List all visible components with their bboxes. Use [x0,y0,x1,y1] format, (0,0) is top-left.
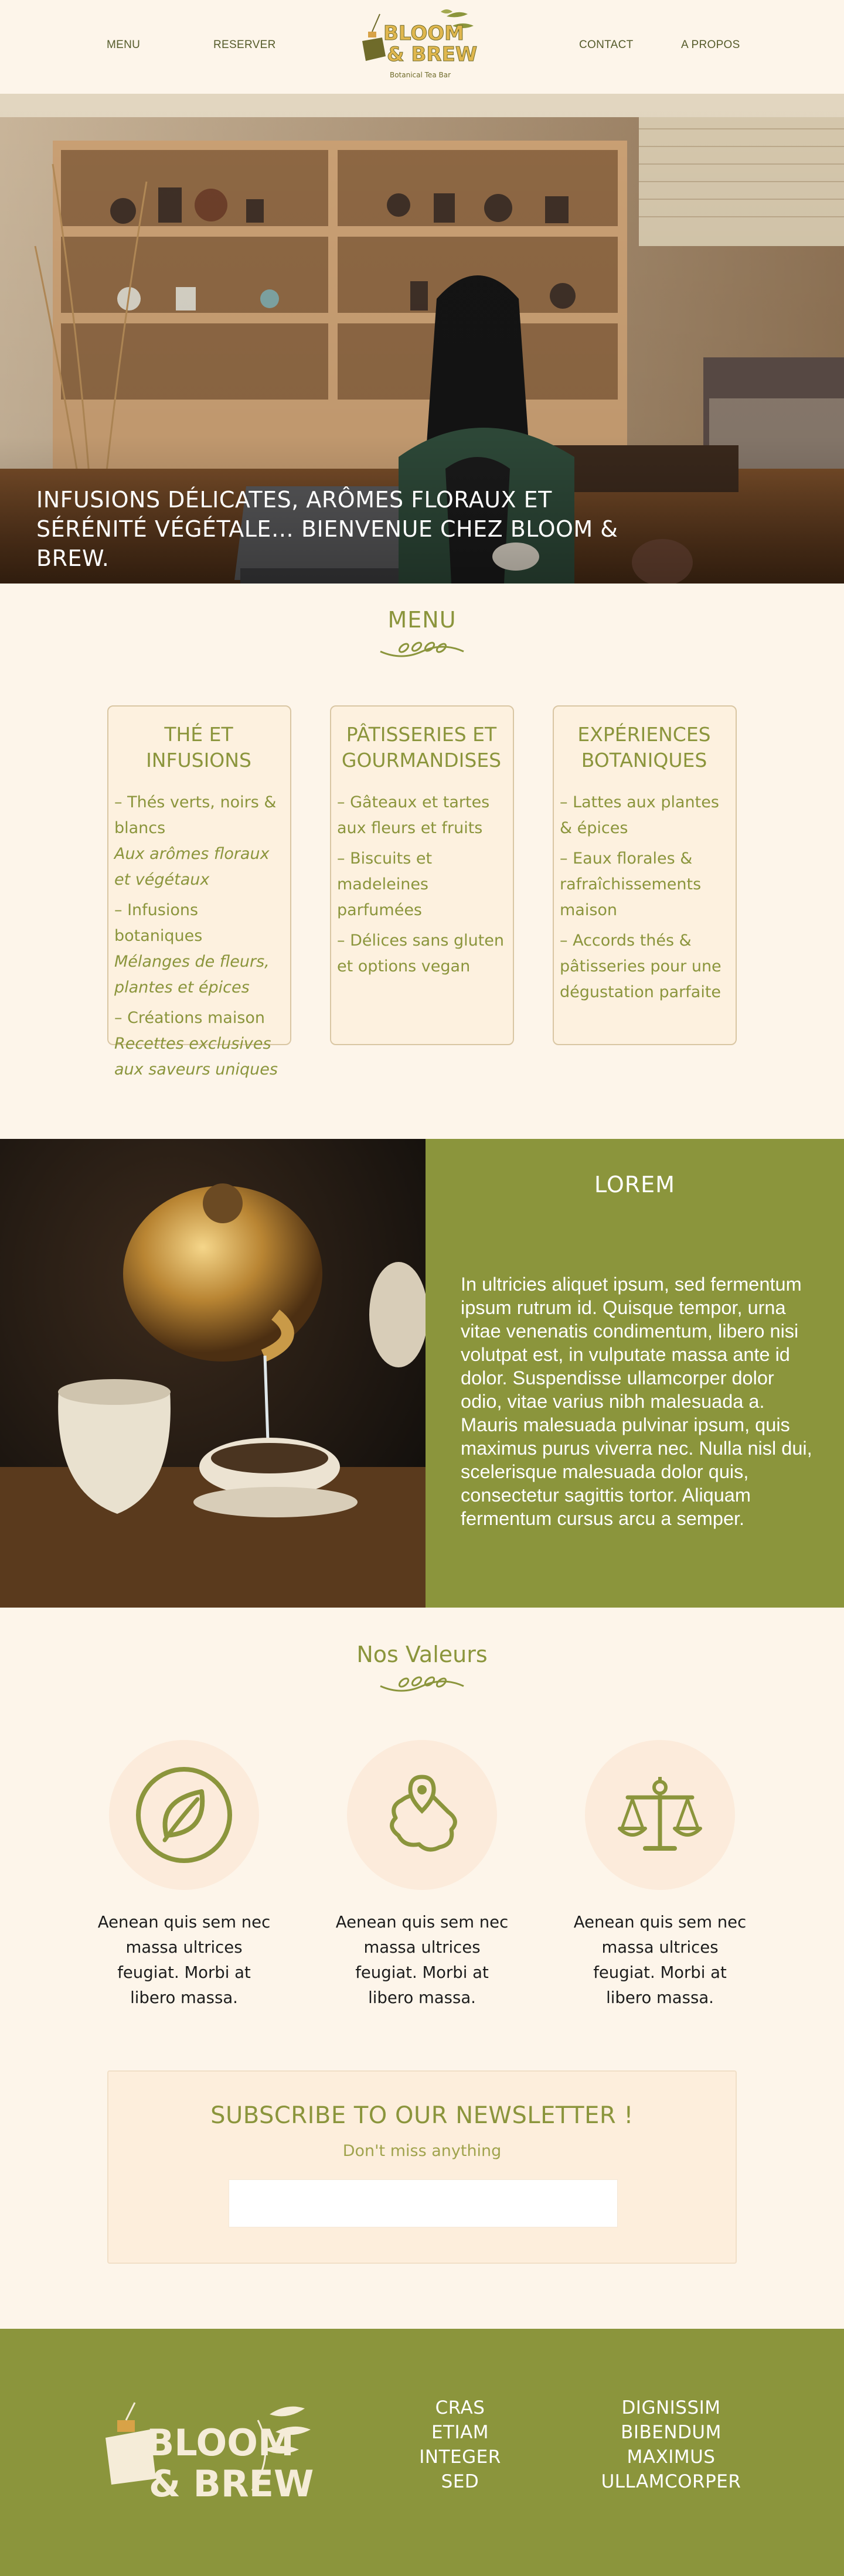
footer-link[interactable]: ETIAM [410,2420,510,2445]
menu-item: – Délices sans gluten et options vegan [337,932,505,975]
value-card: Aenean quis sem nec massa ultrices feugi… [334,1740,510,2011]
lorem-section: LOREM In ultricies aliquet ipsum, sed fe… [0,1139,844,1608]
bloom-brew-footer-logo[interactable]: BLOOM & BREW [100,2397,322,2514]
logo-wordmark-line2: & BREW [387,43,477,66]
leaf-icon [136,1767,232,1863]
menu-card-experiences: EXPÉRIENCES BOTANIQUES – Lattes aux plan… [553,705,737,1045]
footer-link[interactable]: ULLAMCORPER [592,2469,750,2494]
scales-icon [618,1777,702,1851]
lorem-title: LOREM [594,1172,675,1197]
footer-links-col1: CRAS ETIAM INTEGER SED [410,2396,510,2494]
logo-wordmark-line1: BLOOM [383,22,464,45]
menu-card-the-infusions: THÉ ET INFUSIONS – Thés verts, noirs & b… [107,705,291,1079]
values-title: Nos Valeurs [356,1642,488,1667]
values-heading-block: Nos Valeurs [0,1642,844,1695]
nav-contact-link[interactable]: CONTACT [579,39,634,52]
nav-menu-link[interactable]: MENU [107,39,140,52]
footer-logo-line2: & BREW [149,2462,314,2505]
menu-item: – Thés verts, noirs & blancs Aux arômes … [114,793,277,889]
menu-item: – Créations maison Recettes exclusives a… [114,1009,278,1079]
newsletter-email-input[interactable] [229,2179,618,2227]
leaf-flourish-icon [380,1676,464,1692]
footer-link[interactable]: DIGNISSIM [592,2396,750,2420]
footer-link[interactable]: BIBENDUM [592,2420,750,2445]
value-card: Aenean quis sem nec massa ultrices feugi… [96,1740,272,2011]
values-section: Nos Valeurs Aenean quis sem nec massa ul… [0,1608,844,2264]
footer-logo-line1: BLOOM [147,2421,294,2464]
teapot-photo [0,1139,426,1608]
newsletter-title: SUBSCRIBE TO OUR NEWSLETTER ! [210,2102,634,2129]
footer-link[interactable]: CRAS [410,2396,510,2420]
newsletter-box: SUBSCRIBE TO OUR NEWSLETTER ! Don't miss… [107,2070,737,2264]
value-card: Aenean quis sem nec massa ultrices feugi… [572,1740,748,2011]
menu-card-title: THÉ ET INFUSIONS [146,723,251,772]
site-footer: BLOOM & BREW CRAS ETIAM INTEGER SED DIGN… [0,2329,844,2576]
menu-item: – Eaux florales & rafraîchissements mais… [560,849,702,919]
footer-links-col2: DIGNISSIM BIBENDUM MAXIMUS ULLAMCORPER [592,2396,750,2494]
newsletter-subtitle: Don't miss anything [342,2142,502,2160]
hero-caption: INFUSIONS DÉLICATES, ARÔMES FLORAUX ET S… [36,487,618,571]
lorem-paragraph: In ultricies aliquet ipsum, sed fermentu… [461,1274,812,1529]
menu-item: – Lattes aux plantes & épices [560,793,719,837]
menu-item: – Biscuits et madeleines parfumées [337,849,433,919]
menu-item: – Accords thés & pâtisseries pour une dé… [560,932,722,1001]
footer-link[interactable]: MAXIMUS [592,2445,750,2469]
logo-tagline: Botanical Tea Bar [390,71,451,79]
site-header: MENU RESERVER BLOOM & BREW Botanical Tea… [0,0,844,94]
value-text: Aenean quis sem nec massa ultrices feugi… [573,1913,747,2007]
nav-apropos-link[interactable]: A PROPOS [681,39,740,52]
menu-item: – Infusions botaniques Mélanges de fleur… [114,901,270,997]
value-text: Aenean quis sem nec massa ultrices feugi… [97,1913,271,2007]
menu-heading-block: MENU [0,607,844,661]
map-pin-icon [390,1775,457,1852]
menu-card-title: PÂTISSERIES ET GOURMANDISES [341,723,502,772]
menu-item: – Gâteaux et tartes aux fleurs et fruits [337,793,490,837]
value-text: Aenean quis sem nec massa ultrices feugi… [335,1913,509,2007]
value-icon-circle [347,1740,497,1890]
value-icon-circle [585,1740,735,1890]
menu-section: MENU THÉ ET INFUSIONS – Thés verts, noir… [0,584,844,1139]
value-icon-circle [109,1740,259,1890]
menu-card-patisseries: PÂTISSERIES ET GOURMANDISES – Gâteaux et… [330,705,514,1045]
menu-card-title: EXPÉRIENCES BOTANIQUES [577,723,711,772]
hero-banner: INFUSIONS DÉLICATES, ARÔMES FLORAUX ET S… [0,94,844,584]
footer-link[interactable]: SED [410,2469,510,2494]
menu-cards: THÉ ET INFUSIONS – Thés verts, noirs & b… [107,705,737,1079]
bloom-brew-logo[interactable]: BLOOM & BREW Botanical Tea Bar [359,8,482,84]
menu-title: MENU [387,607,457,633]
leaf-flourish-icon [380,642,464,657]
footer-link[interactable]: INTEGER [410,2445,510,2469]
nav-reserver-link[interactable]: RESERVER [213,39,276,52]
